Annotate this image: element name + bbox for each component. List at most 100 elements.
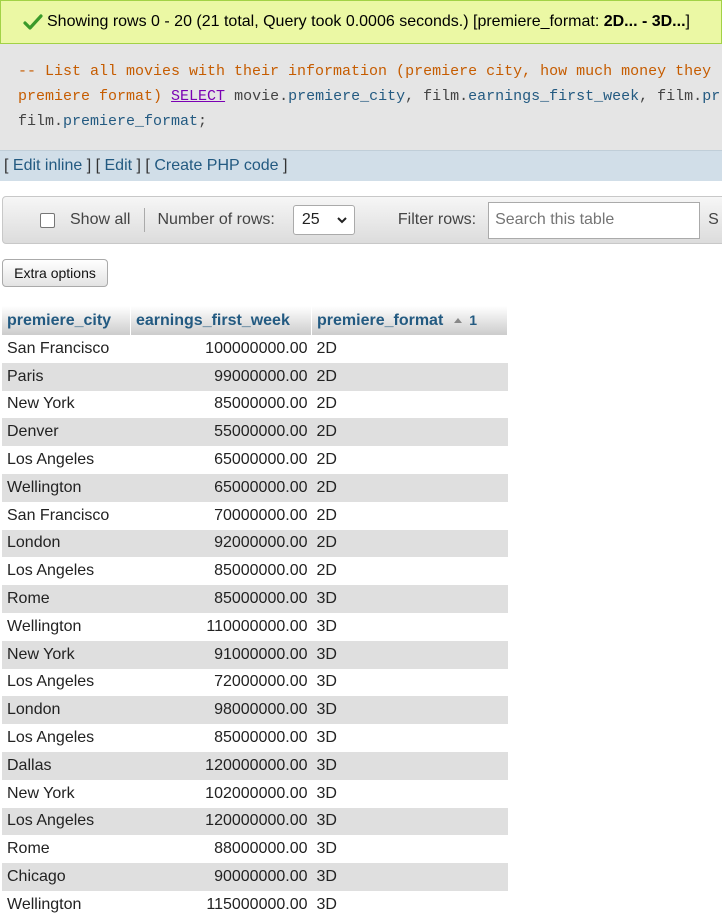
show-all-checkbox[interactable] (40, 212, 55, 228)
cell-premiere-format[interactable]: 2D (311, 557, 508, 586)
cell-premiere-format[interactable]: 3D (311, 585, 508, 613)
cell-earnings-first-week[interactable]: 85000000.00 (130, 724, 312, 752)
table-row[interactable]: New York 85000000.00 2D (2, 390, 508, 419)
cell-earnings-first-week[interactable]: 65000000.00 (130, 446, 312, 474)
status-range: 2D... - 3D... (603, 13, 686, 30)
cell-premiere-format[interactable]: 3D (311, 724, 508, 752)
table-row[interactable]: New York 91000000.00 3D (2, 640, 508, 669)
edit-inline-link[interactable]: Edit inline (13, 157, 82, 175)
cell-premiere-format[interactable]: 3D (311, 863, 508, 891)
cell-premiere-format[interactable]: 2D (311, 362, 508, 391)
cell-premiere-city[interactable]: San Francisco (2, 501, 131, 530)
cell-premiere-city[interactable]: New York (2, 640, 131, 669)
cell-premiere-city[interactable]: Wellington (2, 890, 131, 919)
cell-premiere-city[interactable]: Rome (2, 585, 131, 613)
cell-premiere-format[interactable]: 2D (311, 390, 508, 419)
table-row[interactable]: Dallas 120000000.00 3D (2, 751, 508, 780)
cell-earnings-first-week[interactable]: 110000000.00 (130, 612, 312, 641)
cell-premiere-city[interactable]: Los Angeles (2, 557, 131, 586)
cell-premiere-format[interactable]: 2D (311, 446, 508, 474)
search-table-input[interactable]: Search this table (488, 201, 701, 239)
cell-premiere-format[interactable]: 2D (311, 473, 508, 502)
table-row[interactable]: Chicago 90000000.00 3D (2, 863, 508, 891)
cell-premiere-format[interactable]: 3D (311, 890, 508, 919)
table-row[interactable]: Denver 55000000.00 2D (2, 418, 508, 447)
table-row[interactable]: Wellington 115000000.00 3D (2, 890, 508, 919)
table-row[interactable]: London 98000000.00 3D (2, 696, 508, 725)
cell-premiere-city[interactable]: Chicago (2, 863, 131, 891)
cell-earnings-first-week[interactable]: 92000000.00 (130, 529, 312, 558)
chevron-down-icon (337, 217, 347, 224)
table-row[interactable]: Wellington 110000000.00 3D (2, 612, 508, 641)
cell-premiere-format[interactable]: 3D (311, 612, 508, 641)
cell-earnings-first-week[interactable]: 98000000.00 (130, 696, 312, 725)
cell-premiere-city[interactable]: Los Angeles (2, 724, 131, 752)
cell-premiere-format[interactable]: 3D (311, 779, 508, 808)
cell-premiere-format[interactable]: 2D (311, 529, 508, 558)
cell-premiere-format[interactable]: 2D (311, 501, 508, 530)
show-all-label: Show all (70, 211, 131, 228)
cell-premiere-city[interactable]: Los Angeles (2, 446, 131, 474)
cell-premiere-city[interactable]: Rome (2, 835, 131, 864)
table-row[interactable]: San Francisco 100000000.00 2D (2, 335, 508, 363)
cell-earnings-first-week[interactable]: 70000000.00 (130, 501, 312, 530)
cell-earnings-first-week[interactable]: 102000000.00 (130, 779, 312, 808)
cell-earnings-first-week[interactable]: 88000000.00 (130, 835, 312, 864)
cell-earnings-first-week[interactable]: 120000000.00 (130, 807, 312, 836)
cell-premiere-format[interactable]: 3D (311, 807, 508, 836)
cell-premiere-format[interactable]: 2D (311, 418, 508, 447)
cell-earnings-first-week[interactable]: 85000000.00 (130, 390, 312, 419)
table-row[interactable]: Wellington 65000000.00 2D (2, 473, 508, 502)
table-row[interactable]: San Francisco 70000000.00 2D (2, 501, 508, 530)
edit-link[interactable]: Edit (105, 157, 133, 175)
table-row[interactable]: Los Angeles 72000000.00 3D (2, 668, 508, 697)
cell-premiere-city[interactable]: New York (2, 779, 131, 808)
cell-earnings-first-week[interactable]: 115000000.00 (130, 890, 312, 919)
cell-premiere-city[interactable]: New York (2, 390, 131, 419)
cell-earnings-first-week[interactable]: 85000000.00 (130, 557, 312, 586)
cell-premiere-format[interactable]: 3D (311, 696, 508, 725)
cell-premiere-city[interactable]: Wellington (2, 473, 131, 502)
table-row[interactable]: Rome 88000000.00 3D (2, 835, 508, 864)
cell-premiere-format[interactable]: 3D (311, 640, 508, 669)
cell-premiere-city[interactable]: London (2, 696, 131, 725)
table-row[interactable]: Paris 99000000.00 2D (2, 362, 508, 391)
table-row[interactable]: London 92000000.00 2D (2, 529, 508, 558)
cell-earnings-first-week[interactable]: 100000000.00 (130, 335, 312, 363)
table-row[interactable]: Los Angeles 65000000.00 2D (2, 446, 508, 474)
table-row[interactable]: Rome 85000000.00 3D (2, 585, 508, 613)
cell-earnings-first-week[interactable]: 90000000.00 (130, 863, 312, 891)
cell-premiere-format[interactable]: 3D (311, 751, 508, 780)
cell-earnings-first-week[interactable]: 65000000.00 (130, 473, 312, 502)
cell-premiere-city[interactable]: San Francisco (2, 335, 131, 363)
cell-premiere-format[interactable]: 3D (311, 835, 508, 864)
table-row[interactable]: Los Angeles 85000000.00 2D (2, 557, 508, 586)
cell-earnings-first-week[interactable]: 91000000.00 (130, 640, 312, 669)
sql-keyword-link[interactable]: SELECT (171, 88, 225, 105)
cell-premiere-city[interactable]: Denver (2, 418, 131, 447)
cell-earnings-first-week[interactable]: 72000000.00 (130, 668, 312, 697)
cell-premiere-city[interactable]: London (2, 529, 131, 558)
cell-premiere-format[interactable]: 3D (311, 668, 508, 697)
cell-earnings-first-week[interactable]: 55000000.00 (130, 418, 312, 447)
cell-earnings-first-week[interactable]: 120000000.00 (130, 751, 312, 780)
table-row[interactable]: Los Angeles 85000000.00 3D (2, 724, 508, 752)
checkmark-icon (23, 14, 43, 30)
cell-earnings-first-week[interactable]: 85000000.00 (130, 585, 312, 613)
extra-options-button[interactable]: Extra options (2, 259, 108, 287)
cell-earnings-first-week[interactable]: 99000000.00 (130, 362, 312, 391)
table-row[interactable]: Los Angeles 120000000.00 3D (2, 807, 508, 836)
cell-premiere-city[interactable]: Los Angeles (2, 668, 131, 697)
column-header-premiere-format[interactable]: premiere_format 1 (311, 306, 508, 335)
create-php-code-link[interactable]: Create PHP code (154, 157, 278, 175)
cell-premiere-city[interactable]: Paris (2, 362, 131, 391)
column-header-earnings-first-week[interactable]: earnings_first_week (130, 306, 312, 335)
cell-premiere-city[interactable]: Los Angeles (2, 807, 131, 836)
table-row[interactable]: New York 102000000.00 3D (2, 779, 508, 808)
column-header-premiere-city[interactable]: premiere_city (2, 306, 131, 335)
cell-premiere-city[interactable]: Wellington (2, 612, 131, 641)
cell-premiere-city[interactable]: Dallas (2, 751, 131, 780)
sql-query-box: -- List all movies with their informatio… (0, 44, 722, 150)
number-of-rows-select[interactable]: 25 (292, 205, 355, 235)
cell-premiere-format[interactable]: 2D (311, 335, 508, 363)
